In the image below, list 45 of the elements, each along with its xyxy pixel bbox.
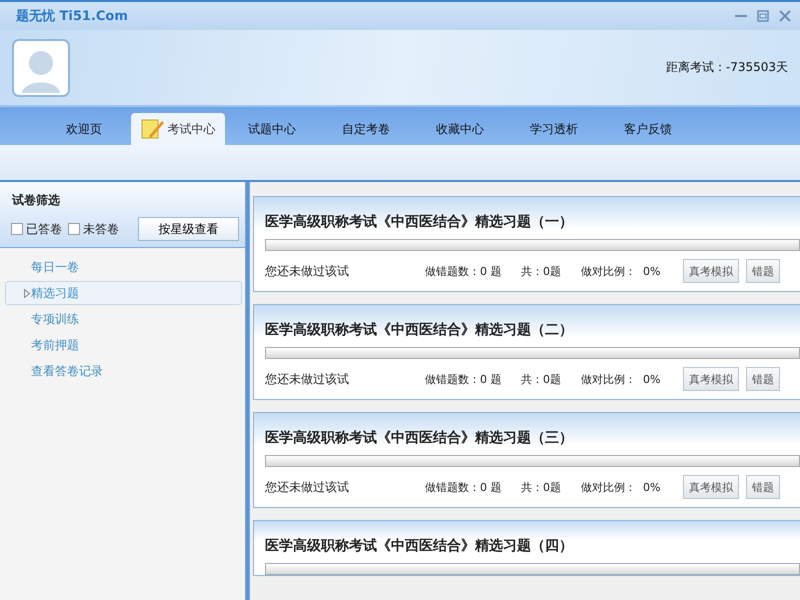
ratio-value: 0% [643,372,662,386]
nav-tab[interactable]: 学习透析 [507,113,601,145]
status-text: 您还未做过该试 [265,370,350,388]
avatar-icon [12,38,70,96]
wrong-count: 做错题数：0 题 [425,480,502,494]
status-text: 您还未做过该试 [265,262,350,280]
ratio-value: 0% [643,480,662,494]
checkbox[interactable] [11,223,23,235]
filter-checkbox[interactable]: 未答卷 [68,220,119,238]
paper-title: 医学高级职称考试《中西医结合》精选习题（一） [265,212,574,232]
nav-tab[interactable]: 自定考卷 [319,113,413,145]
ratio-label: 做对比例： [581,480,637,494]
star-filter-button[interactable]: 按星级查看 [138,217,239,241]
paper-title: 医学高级职称考试《中西医结合》精选习题（四） [265,536,574,556]
close-icon[interactable] [778,9,792,23]
maximize-icon[interactable] [756,9,770,23]
paper-title: 医学高级职称考试《中西医结合》精选习题（二） [265,320,574,340]
paper-title: 医学高级职称考试《中西医结合》精选习题（三） [265,428,574,448]
nav-tab[interactable]: 客户反馈 [601,113,695,145]
triangle-icon [24,288,30,298]
total-count: 共：0题 [521,480,562,494]
paper-button[interactable]: 真考模拟 [683,475,739,499]
notepad-pencil-icon [140,118,164,140]
status-text: 您还未做过该试 [265,478,350,496]
filter-checkbox[interactable]: 已答卷 [11,220,62,238]
ratio-label: 做对比例： [581,372,637,386]
ratio-label: 做对比例： [581,264,637,278]
filter-title: 试卷筛选 [12,192,61,209]
paper-button[interactable]: 错题 [746,259,780,283]
checkbox[interactable] [68,223,80,235]
exam-countdown: 距离考试：-735503天 [666,59,788,76]
total-count: 共：0题 [521,372,562,386]
wrong-count: 做错题数：0 题 [425,264,502,278]
total-count: 共：0题 [521,264,562,278]
ratio-value: 0% [643,264,662,278]
paper-button[interactable]: 错题 [746,475,780,499]
paper-button[interactable]: 真考模拟 [683,367,739,391]
nav-tab[interactable]: 收藏中心 [413,113,507,145]
nav-tab[interactable]: 试题中心 [225,113,319,145]
window-title: 题无忧 Ti51.Com [16,8,128,25]
nav-tab[interactable]: 欢迎页 [37,113,131,145]
paper-button[interactable]: 错题 [746,367,780,391]
nav-tab[interactable]: 考试中心 [131,113,225,145]
wrong-count: 做错题数：0 题 [425,372,502,386]
paper-button[interactable]: 真考模拟 [683,259,739,283]
